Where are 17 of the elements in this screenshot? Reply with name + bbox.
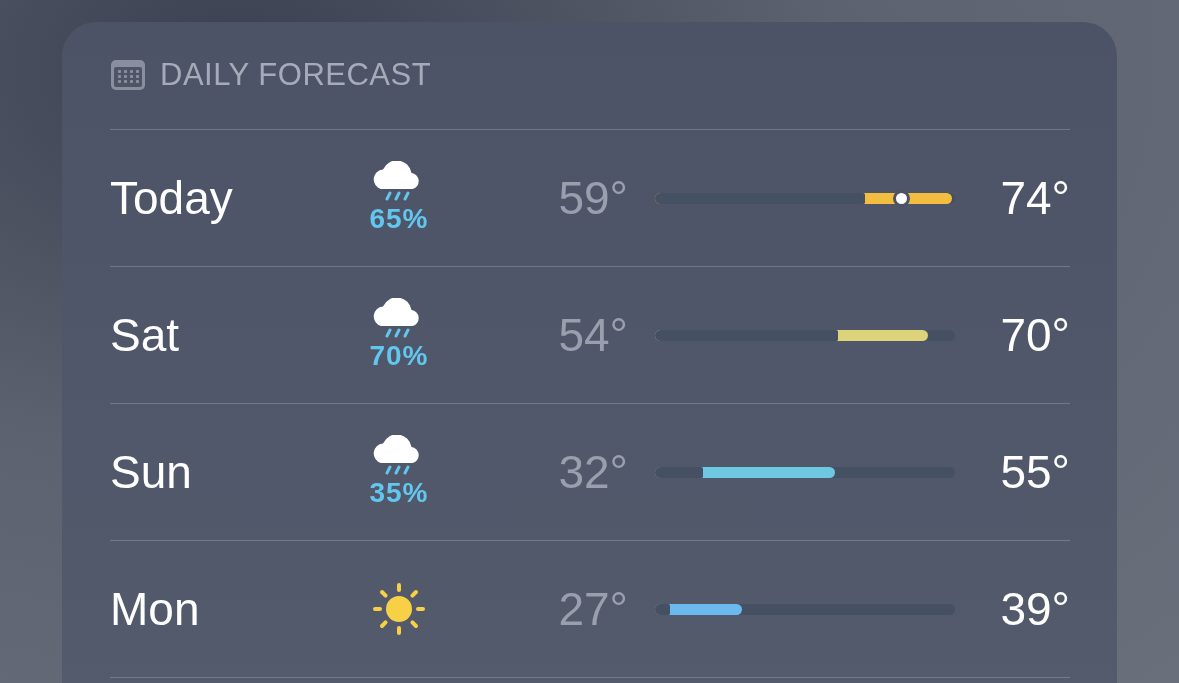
high-temperature: 39° [999, 582, 1070, 636]
low-temperature: 54° [557, 308, 629, 362]
low-temperature: 27° [557, 582, 629, 636]
precipitation-chance: 35% [369, 477, 429, 509]
high-temperature: 55° [999, 445, 1070, 499]
day-label: Sun [110, 445, 193, 499]
calendar-icon [110, 58, 146, 91]
day-label: Mon [110, 582, 201, 636]
low-temperature: 59° [557, 171, 629, 225]
low-temperature: 32° [557, 445, 629, 499]
day-label: Sat [110, 308, 181, 362]
precipitation-chance: 65% [369, 203, 429, 235]
precipitation-chance: 70% [369, 340, 429, 372]
high-temperature: 70° [999, 308, 1070, 362]
section-title: DAILY FORECAST [160, 56, 432, 93]
day-label: Today [110, 171, 234, 225]
high-temperature: 74° [999, 171, 1070, 225]
